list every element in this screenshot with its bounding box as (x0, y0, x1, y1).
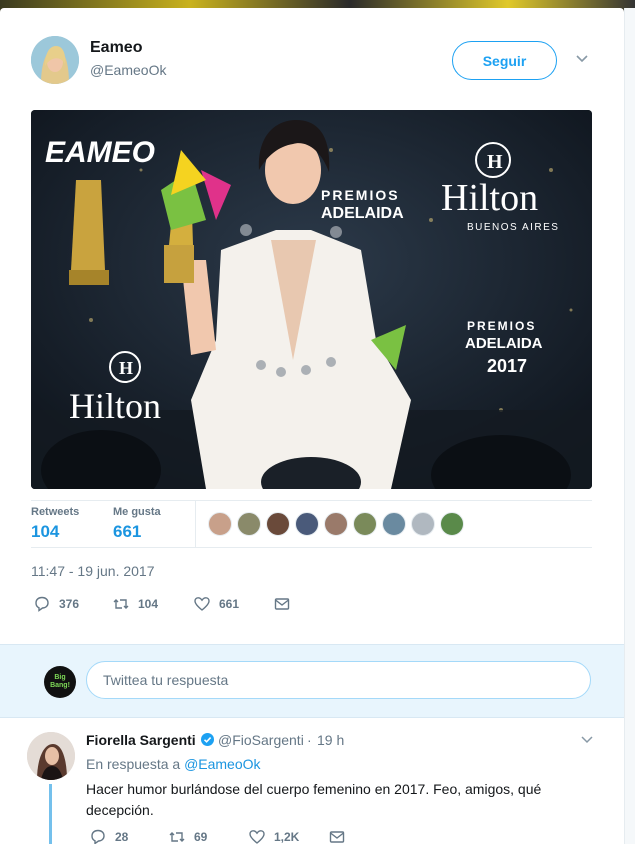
reply-icon (35, 596, 49, 612)
like-action[interactable]: 661 (193, 595, 239, 613)
divider (31, 500, 592, 501)
hilton-sub-text: BUENOS AIRES (467, 222, 559, 233)
reply-count: 376 (59, 597, 80, 611)
divider (195, 500, 196, 548)
retweet-action[interactable]: 69 (168, 828, 207, 844)
author-name[interactable]: Eameo (90, 39, 142, 57)
likes-label[interactable]: Me gusta (113, 506, 161, 518)
heart-icon (249, 830, 265, 844)
avatar-text: Big (54, 674, 66, 681)
reply-author-avatar[interactable] (27, 732, 75, 780)
thread-line (49, 784, 52, 844)
envelope-icon (274, 598, 290, 610)
liker-avatar[interactable] (411, 512, 435, 536)
tweet-photo[interactable]: EAMEO H Hilton BUENOS AIRES H Hilton PRE… (31, 110, 592, 489)
reply-time[interactable]: 19 h (317, 732, 344, 748)
like-count: 661 (219, 597, 240, 611)
reply-icon (91, 829, 105, 844)
liker-avatar[interactable] (208, 512, 232, 536)
retweet-action[interactable]: 104 (112, 595, 158, 613)
likers-avatars (208, 512, 464, 536)
retweet-icon (169, 832, 185, 842)
retweet-icon (113, 599, 129, 609)
liker-avatar[interactable] (266, 512, 290, 536)
liker-avatar[interactable] (324, 512, 348, 536)
dm-action[interactable] (328, 828, 346, 844)
retweet-count: 69 (194, 830, 208, 844)
tweet-modal: Eameo @EameoOk Seguir EAMEO H Hilton BUE… (0, 8, 624, 844)
dm-action[interactable] (273, 595, 291, 613)
reply-author-handle[interactable]: @FioSargenti (218, 732, 304, 748)
verified-badge-icon (201, 733, 214, 746)
retweets-label[interactable]: Retweets (31, 506, 79, 518)
liker-avatar[interactable] (295, 512, 319, 536)
author-avatar[interactable] (31, 36, 79, 84)
reply-action[interactable]: 28 (89, 828, 128, 844)
adelaida-text-2: ADELAIDA (465, 335, 543, 352)
in-reply-handle-link[interactable]: @EameoOk (184, 756, 260, 772)
premios-text-1: PREMIOS (321, 187, 400, 203)
hilton-logo-text-2: Hilton (69, 386, 161, 426)
divider (31, 547, 592, 548)
avatar-text: Bang! (50, 682, 70, 689)
scrollbar[interactable] (624, 8, 635, 844)
chevron-down-icon[interactable] (575, 54, 589, 64)
liker-avatar[interactable] (353, 512, 377, 536)
reply-action[interactable]: 376 (33, 595, 79, 613)
liker-avatar[interactable] (382, 512, 406, 536)
svg-text:H: H (487, 151, 503, 173)
liker-avatar[interactable] (237, 512, 261, 536)
chevron-down-icon[interactable] (581, 736, 593, 744)
reply-author-name[interactable]: Fiorella Sargenti (86, 732, 196, 748)
hilton-logo-text: Hilton (441, 177, 538, 219)
follow-button[interactable]: Seguir (452, 41, 557, 80)
heart-icon (194, 597, 210, 611)
reply-input[interactable]: Twittea tu respuesta (86, 661, 591, 699)
reply-count: 28 (115, 830, 129, 844)
premios-text-2: PREMIOS (467, 319, 536, 333)
tweet-timestamp[interactable]: 11:47 - 19 jun. 2017 (31, 563, 155, 579)
year-text: 2017 (487, 356, 527, 376)
svg-text:H: H (119, 358, 133, 378)
eameo-logo-text: EAMEO (45, 136, 155, 169)
adelaida-text-1: ADELAIDA (321, 205, 404, 222)
liker-avatar[interactable] (440, 512, 464, 536)
likes-count[interactable]: 661 (113, 522, 141, 542)
envelope-icon (329, 831, 345, 843)
retweet-count: 104 (138, 597, 159, 611)
separator-dot: · (307, 732, 312, 748)
author-handle[interactable]: @EameoOk (90, 62, 166, 78)
current-user-avatar[interactable]: Big Bang! (44, 666, 76, 698)
in-reply-to: En respuesta a @EameoOk (86, 756, 261, 772)
like-count: 1,2K (274, 830, 300, 844)
like-action[interactable]: 1,2K (248, 828, 299, 844)
reply-text: Hacer humor burlándose del cuerpo femeni… (86, 781, 542, 818)
reply-composer: Big Bang! Twittea tu respuesta (0, 644, 624, 718)
retweets-count[interactable]: 104 (31, 522, 59, 542)
in-reply-prefix: En respuesta a (86, 756, 181, 772)
